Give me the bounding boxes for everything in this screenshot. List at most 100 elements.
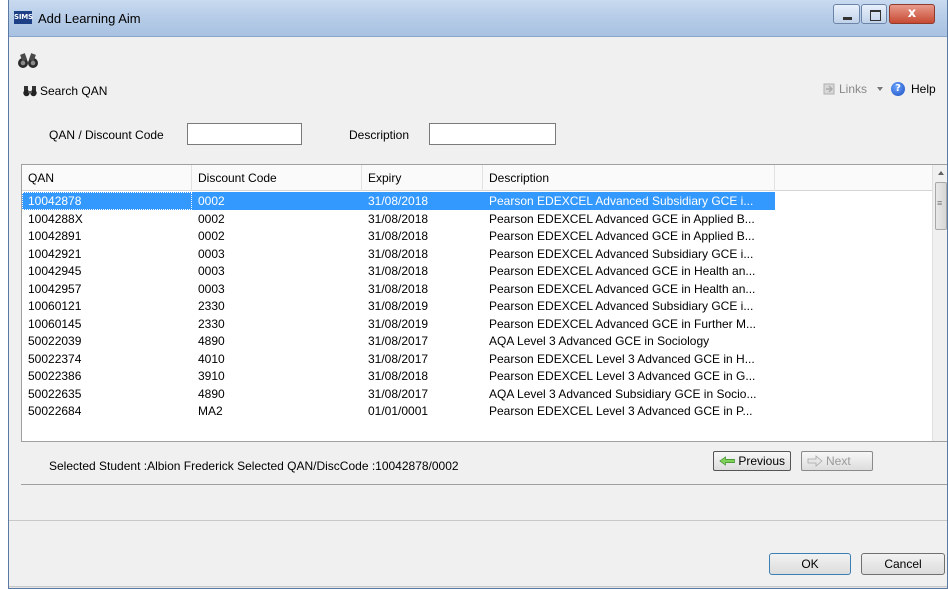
- next-button[interactable]: Next: [801, 451, 873, 471]
- cell-discount-code: 4890: [198, 334, 225, 348]
- search-qan-label: Search QAN: [40, 84, 108, 98]
- cell-discount-code: 0002: [198, 229, 225, 243]
- description-label: Description: [349, 128, 410, 142]
- cell-qan: 1004288X: [28, 211, 83, 226]
- cell-description: AQA Level 3 Advanced Subsidiary GCE in S…: [489, 386, 757, 401]
- binoculars-icon[interactable]: [17, 52, 39, 70]
- cell-expiry: 31/08/2019: [368, 299, 429, 313]
- ok-button[interactable]: OK: [769, 553, 851, 575]
- cell-expiry: 31/08/2018: [368, 246, 429, 261]
- cell-description: Pearson EDEXCEL Advanced Subsidiary GCE …: [489, 246, 754, 261]
- cell-description: Pearson EDEXCEL Advanced GCE in Applied …: [489, 211, 755, 226]
- cell-qan: 10042878: [22, 192, 192, 210]
- cell-expiry: 31/08/2018: [368, 194, 429, 208]
- close-button[interactable]: x: [889, 4, 935, 24]
- cell-expiry: 31/08/2018: [368, 264, 429, 278]
- qan-discount-code-input[interactable]: [187, 123, 302, 145]
- cancel-button[interactable]: Cancel: [861, 553, 945, 575]
- cell-discount-code: 4010: [198, 351, 225, 366]
- cell-expiry: 01/01/0001: [368, 404, 429, 418]
- maximize-button[interactable]: [861, 4, 887, 24]
- section-divider: [21, 484, 947, 485]
- cell-expiry: 31/08/2017: [368, 386, 429, 401]
- cell-qan: 50022374: [28, 351, 82, 366]
- table-row[interactable]: 10042921 0003 31/08/2018 Pearson EDEXCEL Ad…: [22, 245, 934, 263]
- cell-qan: 50022386: [28, 369, 82, 383]
- cell-qan: 10060121: [28, 299, 82, 313]
- add-learning-aim-window: SIMS Add Learning Aim x Search QAN Links…: [8, 0, 948, 589]
- close-icon: x: [907, 6, 917, 21]
- cell-expiry: 31/08/2019: [368, 316, 429, 331]
- scroll-thumb[interactable]: [935, 182, 947, 230]
- cell-discount-code: MA2: [198, 404, 223, 418]
- cell-description: Pearson EDEXCEL Advanced GCE in Applied …: [489, 229, 755, 243]
- column-header-expiry[interactable]: Expiry: [362, 165, 483, 191]
- description-input[interactable]: [429, 123, 556, 145]
- cell-qan: 10042957: [28, 281, 82, 296]
- cell-qan: 50022684: [28, 404, 82, 418]
- previous-label: Previous: [738, 454, 785, 468]
- selection-status-text: Selected Student :Albion Frederick Selec…: [49, 459, 459, 473]
- cell-discount-code: 3910: [198, 369, 225, 383]
- cell-description: Pearson EDEXCEL Level 3 Advanced GCE in …: [489, 404, 753, 418]
- minimize-button[interactable]: [833, 4, 860, 24]
- cell-qan: 10042891: [28, 229, 82, 243]
- next-label: Next: [826, 454, 851, 468]
- button-panel-divider: [9, 520, 947, 521]
- previous-button[interactable]: Previous: [713, 451, 791, 471]
- search-qan-button[interactable]: Search QAN: [23, 82, 107, 100]
- window-title: Add Learning Aim: [38, 11, 141, 26]
- table-row[interactable]: 10042957 0003 31/08/2018 Pearson EDEXCEL Ad…: [22, 280, 934, 298]
- help-link[interactable]: Help: [911, 82, 936, 96]
- cell-discount-code: 0003: [198, 281, 225, 296]
- table-row[interactable]: 50022039 4890 31/08/2017 AQA Level 3 Advanc…: [22, 332, 934, 350]
- cell-description: Pearson EDEXCEL Advanced Subsidiary GCE …: [489, 194, 754, 208]
- title-bar[interactable]: SIMS Add Learning Aim x: [9, 0, 947, 37]
- cell-discount-code: 4890: [198, 386, 225, 401]
- cell-description: Pearson EDEXCEL Level 3 Advanced GCE in …: [489, 369, 756, 383]
- sims-app-icon: SIMS: [14, 11, 33, 24]
- cell-qan: 10042945: [28, 264, 82, 278]
- cell-expiry: 31/08/2018: [368, 211, 429, 226]
- table-row[interactable]: 10060121 2330 31/08/2019 Pearson EDEXCEL Ad…: [22, 297, 934, 315]
- search-binoculars-icon: [23, 86, 37, 97]
- cell-qan: 10060145: [28, 316, 82, 331]
- cell-expiry: 31/08/2017: [368, 334, 429, 348]
- cell-expiry: 31/08/2017: [368, 351, 429, 366]
- column-header-qan[interactable]: QAN: [22, 165, 192, 191]
- table-row[interactable]: 10042891 0002 31/08/2018 Pearson EDEXCEL Ad…: [22, 227, 934, 245]
- table-row[interactable]: 50022374 4010 31/08/2017 Pearson EDEXCEL Le…: [22, 350, 934, 368]
- column-header-discount-code[interactable]: Discount Code: [192, 165, 362, 191]
- cell-description: Pearson EDEXCEL Advanced GCE in Further …: [489, 316, 757, 331]
- links-icon[interactable]: [823, 83, 835, 95]
- arrow-right-icon: [807, 455, 823, 467]
- cell-discount-code: 0002: [198, 194, 225, 208]
- table-row[interactable]: 50022635 4890 31/08/2017 AQA Level 3 Advanc…: [22, 385, 934, 403]
- vertical-scrollbar[interactable]: [932, 165, 947, 441]
- scroll-up-arrow-icon[interactable]: [933, 165, 947, 181]
- column-header-description[interactable]: Description: [483, 165, 775, 191]
- cell-expiry: 31/08/2018: [368, 229, 429, 243]
- table-row[interactable]: 10042945 0003 31/08/2018 Pearson EDEXCEL Ad…: [22, 262, 934, 280]
- learning-aims-grid[interactable]: QAN Discount Code Expiry Description 100…: [21, 164, 947, 442]
- help-icon[interactable]: ?: [891, 82, 906, 96]
- cell-qan: 10042921: [28, 246, 82, 261]
- cell-description: AQA Level 3 Advanced GCE in Sociology: [489, 334, 710, 348]
- cell-discount-code: 0003: [198, 264, 225, 278]
- cell-description: Pearson EDEXCEL Advanced Subsidiary GCE …: [489, 299, 754, 313]
- table-row[interactable]: 50022386 3910 31/08/2018 Pearson EDEXCEL Le…: [22, 367, 934, 385]
- table-row[interactable]: 1004288X 0002 31/08/2018 Pearson EDEXCEL Ad…: [22, 210, 934, 228]
- arrow-left-icon: [719, 456, 735, 466]
- cell-expiry: 31/08/2018: [368, 369, 429, 383]
- chevron-down-icon[interactable]: [877, 87, 884, 91]
- cell-qan: 50022039: [28, 334, 82, 348]
- cell-discount-code: 2330: [198, 316, 225, 331]
- table-row[interactable]: 50022684 MA2 01/01/0001 Pearson EDEXCEL Lev…: [22, 402, 934, 420]
- links-help-area: Links ? Help: [823, 82, 936, 96]
- cell-description: Pearson EDEXCEL Level 3 Advanced GCE in …: [489, 351, 755, 366]
- table-row[interactable]: 10060145 2330 31/08/2019 Pearson EDEXCEL Ad…: [22, 315, 934, 333]
- grid-rows: 10042878 0002 31/08/2018 Pearson EDEXCEL Ad…: [22, 192, 934, 420]
- cell-qan: 50022635: [28, 386, 82, 401]
- table-row[interactable]: 10042878 0002 31/08/2018 Pearson EDEXCEL Ad…: [22, 192, 934, 210]
- links-menu[interactable]: Links: [839, 82, 867, 96]
